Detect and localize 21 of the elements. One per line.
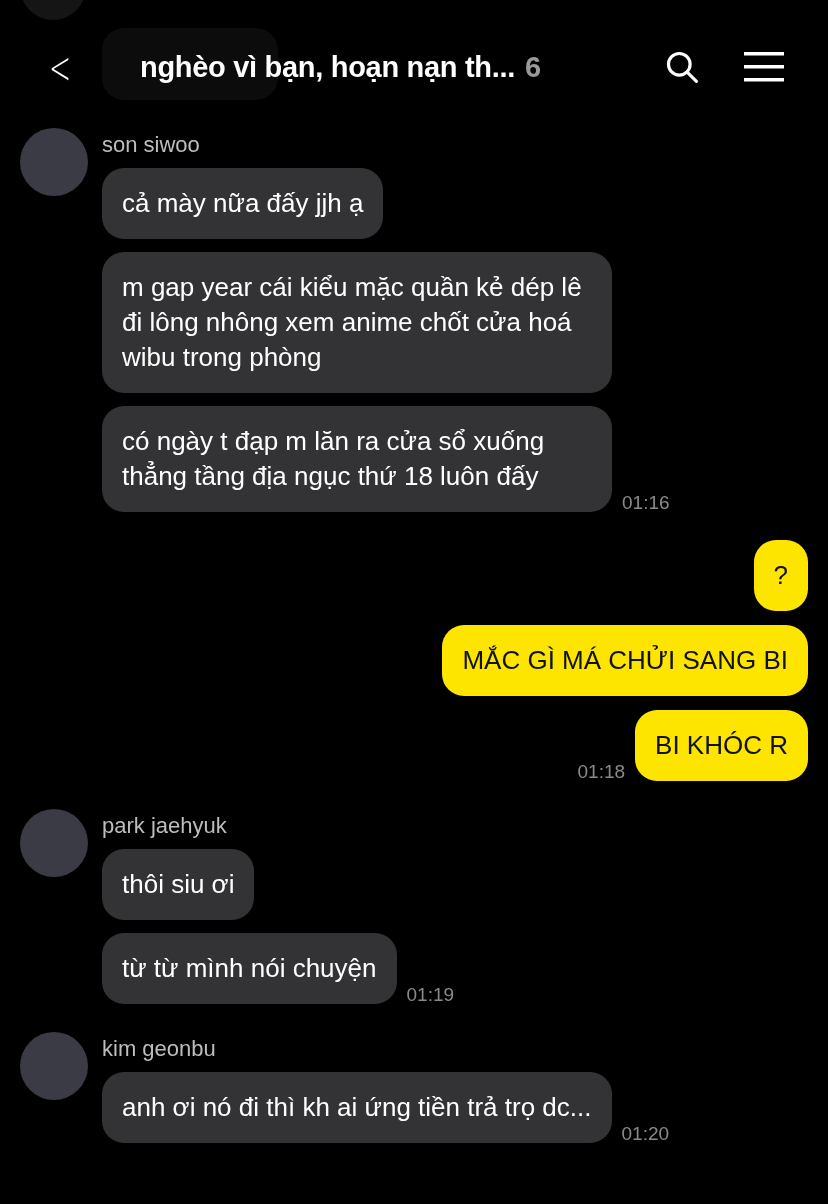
- message-bubble: ?: [753, 540, 808, 611]
- message-bubble: m gap year cái kiểu mặc quần kẻ dép lê đi lông nhông xem anime chốt cửa hoá wibu trong phòng: [102, 252, 612, 393]
- back-button[interactable]: <: [48, 41, 72, 93]
- message-bubble: cả mày nữa đấy jjh ạ: [102, 168, 384, 239]
- chat-title: nghèo vì bạn, hoạn nạn th...: [140, 50, 516, 84]
- message-time: 01:16: [622, 492, 670, 514]
- menu-icon[interactable]: [744, 52, 784, 82]
- message-bubble: có ngày t đạp m lăn ra cửa sổ xuống thẳng tầng địa ngục thứ 18 luôn đấy: [102, 406, 612, 512]
- message-bubble: MẮC GÌ MÁ CHỬI SANG BI: [442, 625, 808, 696]
- message-bubble: BI KHÓC R: [635, 710, 808, 781]
- message-time: 01:20: [621, 1123, 670, 1145]
- sender-name: kim geonbu: [102, 1036, 217, 1062]
- message-time: 01:18: [577, 761, 626, 783]
- message-time: 01:19: [406, 984, 455, 1006]
- member-count: 6: [525, 50, 542, 84]
- search-icon[interactable]: [664, 49, 700, 85]
- message-bubble: anh ơi nó đi thì kh ai ứng tiền trả trọ dc...: [102, 1072, 612, 1143]
- message-bubble: từ từ mình nói chuyện: [102, 933, 397, 1004]
- sender-name: park jaehyuk: [102, 813, 228, 839]
- sender-name: son siwoo: [102, 132, 201, 158]
- message-bubble: thôi siu ơi: [102, 849, 255, 920]
